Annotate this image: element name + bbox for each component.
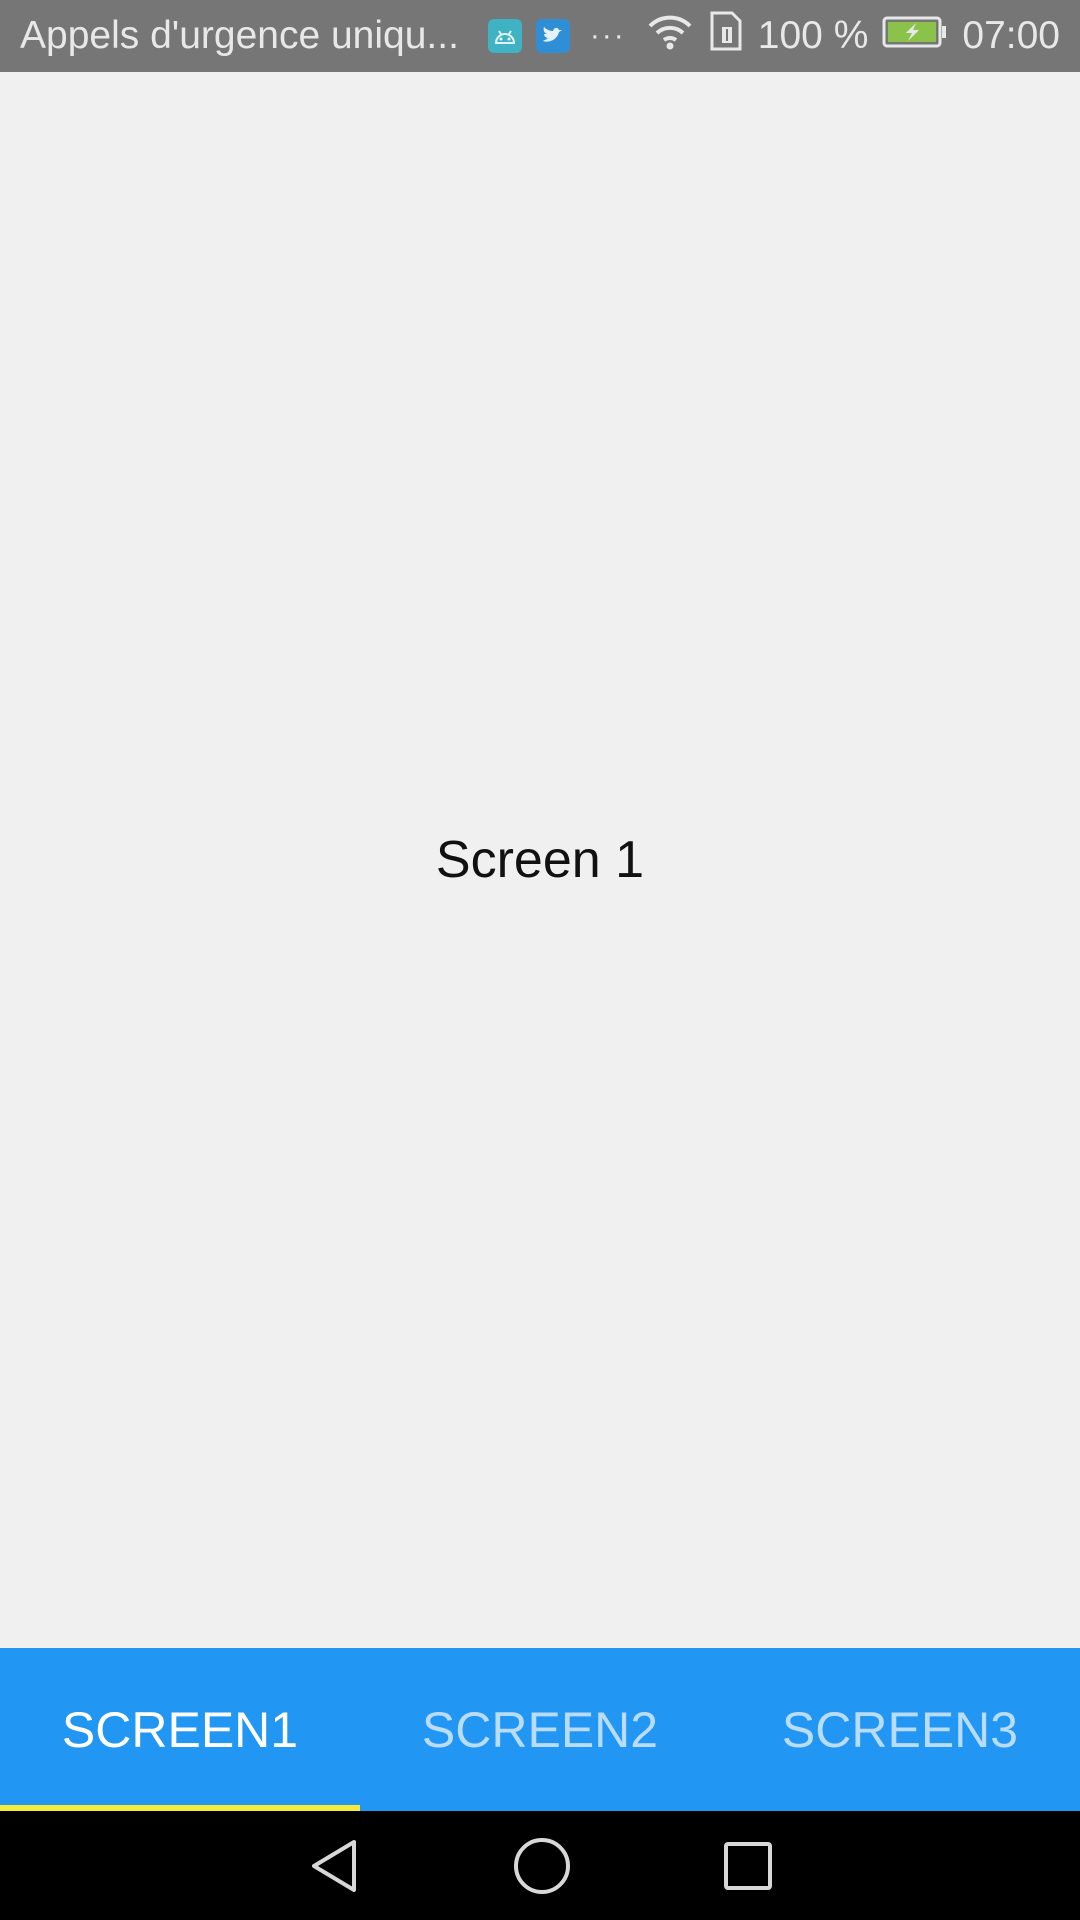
tab-screen1[interactable]: SCREEN1 <box>0 1648 360 1811</box>
screen-label: Screen 1 <box>435 831 645 889</box>
back-icon[interactable] <box>306 1836 362 1896</box>
screen-content: Screen 1 <box>0 72 1080 1648</box>
status-bar: Appels d'urgence uniqu... ··· 100 % 07:0… <box>0 0 1080 72</box>
tab-screen1-label: SCREEN1 <box>61 1701 299 1758</box>
sim-icon <box>708 9 744 63</box>
home-icon[interactable] <box>512 1836 572 1896</box>
tab-screen2[interactable]: SCREEN2 <box>360 1648 720 1811</box>
twitter-icon <box>535 19 570 53</box>
battery-charging-icon <box>882 14 948 58</box>
clock: 07:00 <box>962 14 1060 57</box>
tab-screen3[interactable]: SCREEN3 <box>720 1648 1080 1811</box>
navigation-bar <box>0 1811 1080 1920</box>
more-dots-icon: ··· <box>589 19 626 52</box>
android-app-icon <box>487 19 522 53</box>
tab-screen2-label: SCREEN2 <box>421 1701 659 1758</box>
recents-icon[interactable] <box>722 1840 774 1892</box>
status-icons: ··· 100 % 07:00 <box>487 9 1060 63</box>
tab-bar: SCREEN1 SCREEN2 SCREEN3 <box>0 1648 1080 1811</box>
tab-screen3-label: SCREEN3 <box>781 1701 1019 1758</box>
wifi-icon <box>646 12 694 60</box>
notification-text: Appels d'urgence uniqu... <box>20 14 459 57</box>
battery-percent: 100 % <box>757 14 869 57</box>
